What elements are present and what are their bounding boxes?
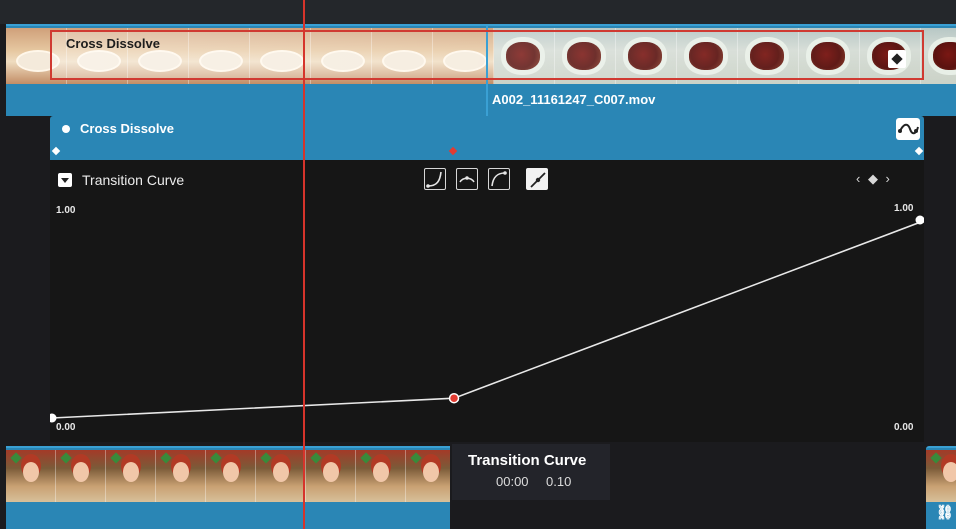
playhead[interactable] [303,0,305,529]
transition-label: Cross Dissolve [66,36,160,51]
curve-keyframe[interactable] [50,413,57,423]
thumbnail-frame [6,450,56,502]
keyframe-diamond-icon[interactable] [888,50,906,68]
keyframe-start-diamond[interactable] [51,146,61,156]
transition-header[interactable]: Cross Dissolve [50,116,924,142]
transition-clip[interactable] [50,30,924,80]
video-track-lower-next-clip[interactable]: ⛓ [926,446,956,529]
tooltip-time: 00:00 [496,474,529,489]
curve-line[interactable] [51,219,924,419]
clip-thumbnails [6,450,450,502]
curve-keyframe-selected[interactable] [448,392,460,404]
thumbnail-frame [56,450,106,502]
thumbnail-frame [926,450,956,502]
thumbnail-frame [156,450,206,502]
transition-curve-graph[interactable] [50,160,924,442]
curve-wave-icon [898,123,919,135]
link-icon[interactable]: ⛓ [936,504,954,521]
transition-title: Cross Dissolve [80,121,174,136]
keyframe-end-diamond[interactable] [914,146,924,156]
tooltip-value: 0.10 [546,474,572,489]
thumbnail-frame [256,450,306,502]
video-track-lower[interactable] [6,446,450,529]
video-track-upper[interactable]: Cross Dissolve A002_11161247_C007.mov [6,24,956,116]
thumbnail-frame [206,450,256,502]
thumbnail-frame [356,450,406,502]
bullet-icon [62,125,70,133]
timeline-editor: Cross Dissolve A002_11161247_C007.mov Cr… [0,0,956,529]
thumbnail-frame [106,450,156,502]
curve-editor: Transition Curve ‹ ◆ › 1.00 1.00 0.00 0.… [50,160,924,442]
curve-editor-toggle-button[interactable] [896,118,920,140]
thumbnail-frame [921,28,956,84]
keyframe-selected-diamond[interactable] [448,146,458,156]
thumbnail-frame [306,450,356,502]
transition-curve-tooltip: Transition Curve 00:00 0.10 [452,444,610,500]
thumbnail-frame [406,450,450,502]
keyframe-lane[interactable] [50,142,924,160]
clip-name: A002_11161247_C007.mov [492,92,656,107]
timeline-ruler[interactable] [0,0,956,24]
tooltip-title: Transition Curve [468,452,587,469]
